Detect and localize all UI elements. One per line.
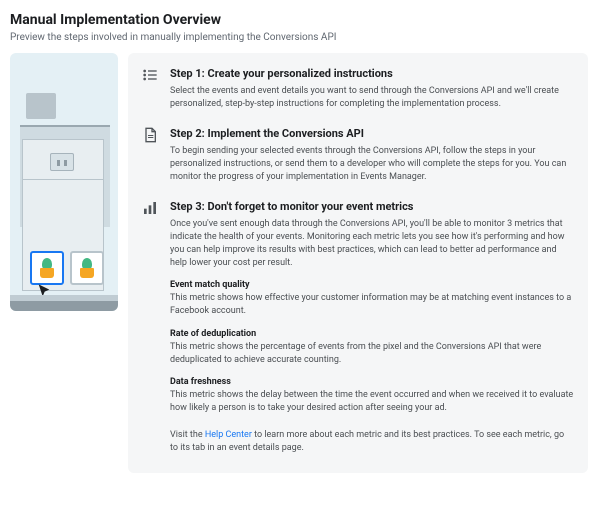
- step-1: Step 1: Create your personalized instruc…: [142, 67, 574, 111]
- metric-data-freshness: Data freshness This metric shows the del…: [170, 377, 574, 415]
- metric-title: Data freshness: [170, 377, 574, 387]
- metric-event-match-quality: Event match quality This metric shows ho…: [170, 280, 574, 318]
- content-area: Step 1: Create your personalized instruc…: [0, 53, 598, 493]
- footer-note: Visit the Help Center to learn more abou…: [170, 429, 574, 455]
- list-icon: [142, 67, 158, 83]
- step-1-title: Step 1: Create your personalized instruc…: [170, 67, 574, 80]
- metric-desc: This metric shows the delay between the …: [170, 389, 574, 415]
- page-header: Manual Implementation Overview Preview t…: [0, 0, 598, 53]
- product-card-selected: [30, 251, 64, 285]
- chart-icon: [142, 200, 158, 216]
- metric-desc: This metric shows how effective your cus…: [170, 292, 574, 318]
- illustration: [10, 53, 118, 311]
- plant-icon: [78, 258, 96, 278]
- page-subtitle: Preview the steps involved in manually i…: [10, 32, 584, 43]
- footer-prefix: Visit the: [170, 430, 205, 440]
- metric-desc: This metric shows the percentage of even…: [170, 341, 574, 367]
- metric-title: Rate of deduplication: [170, 329, 574, 339]
- product-card: [70, 251, 104, 285]
- step-2: Step 2: Implement the Conversions API To…: [142, 127, 574, 184]
- step-3-desc: Once you've sent enough data through the…: [170, 218, 574, 270]
- scroll-container[interactable]: Manual Implementation Overview Preview t…: [0, 0, 600, 507]
- steps-panel: Step 1: Create your personalized instruc…: [128, 53, 588, 473]
- illustration-column: [10, 53, 118, 473]
- step-2-desc: To begin sending your selected events th…: [170, 145, 574, 184]
- page-title: Manual Implementation Overview: [10, 12, 584, 28]
- outlet-icon: [50, 153, 74, 171]
- document-icon: [142, 127, 158, 143]
- help-center-link[interactable]: Help Center: [205, 430, 252, 440]
- step-1-desc: Select the events and event details you …: [170, 85, 574, 111]
- metric-title: Event match quality: [170, 280, 574, 290]
- step-3: Step 3: Don't forget to monitor your eve…: [142, 200, 574, 270]
- plant-icon: [38, 258, 56, 278]
- metric-rate-deduplication: Rate of deduplication This metric shows …: [170, 329, 574, 367]
- step-3-title: Step 3: Don't forget to monitor your eve…: [170, 200, 574, 213]
- step-2-title: Step 2: Implement the Conversions API: [170, 127, 574, 140]
